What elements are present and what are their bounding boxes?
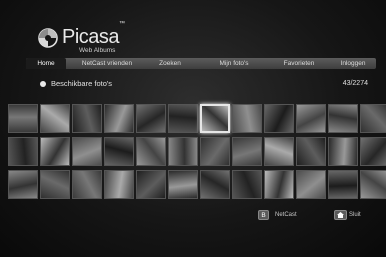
photo-thumbnail[interactable] [136,170,166,199]
tab-netcast-vrienden[interactable]: NetCast vrienden [72,58,142,69]
photo-thumbnail[interactable] [328,137,358,166]
photo-thumbnail[interactable] [296,170,326,199]
exit-label[interactable]: Sluit [349,210,361,220]
photo-thumbnail[interactable] [232,104,262,133]
photo-thumbnail[interactable] [168,137,198,166]
photo-thumbnail[interactable] [8,104,38,133]
photo-thumbnail[interactable] [264,137,294,166]
photo-thumbnail[interactable] [40,170,70,199]
photo-thumbnail[interactable] [104,104,134,133]
photo-thumbnail[interactable] [168,104,198,133]
photo-thumbnail[interactable] [328,104,358,133]
logo-subtitle: Web Albums [79,47,116,54]
photo-thumbnail[interactable] [168,170,198,199]
photo-thumbnail[interactable] [328,170,358,199]
footer-bar: B NetCast Sluit [0,204,386,234]
section-header: Beschikbare foto's 43/2274 [26,77,376,91]
photo-thumbnail[interactable] [200,137,230,166]
tv-screen: Picasa™ Web Albums Home NetCast vrienden… [0,0,386,257]
photo-thumbnail[interactable] [72,170,102,199]
photo-thumbnail[interactable] [104,170,134,199]
photo-thumbnail[interactable] [360,170,386,199]
netcast-key-badge[interactable]: B [258,210,269,220]
photo-thumbnail[interactable] [296,104,326,133]
photo-thumbnail[interactable] [232,170,262,199]
tab-mijn-fotos[interactable]: Mijn foto's [202,58,266,69]
photo-thumbnail[interactable] [264,104,294,133]
photo-thumbnail[interactable] [232,137,262,166]
photo-thumbnail[interactable] [360,104,386,133]
tab-inloggen[interactable]: Inloggen [330,58,376,69]
photo-thumbnail[interactable] [104,137,134,166]
section-title: Beschikbare foto's [51,79,113,88]
photo-thumbnail[interactable] [8,137,38,166]
photo-thumbnail[interactable] [200,104,230,133]
picasa-logo-icon [38,28,58,48]
photo-thumbnail[interactable] [296,137,326,166]
nav-bar: Home NetCast vrienden Zoeken Mijn foto's… [26,58,376,69]
photo-thumbnail[interactable] [200,170,230,199]
photo-thumbnail[interactable] [40,137,70,166]
photo-grid [0,104,386,204]
logo-wordmark: Picasa™ [62,21,125,48]
home-icon[interactable] [334,210,347,220]
photo-thumbnail[interactable] [40,104,70,133]
tab-zoeken[interactable]: Zoeken [148,58,192,69]
photo-thumbnail[interactable] [136,104,166,133]
photo-thumbnail[interactable] [72,137,102,166]
netcast-label[interactable]: NetCast [275,210,297,220]
picasa-logo: Picasa™ Web Albums [38,21,138,56]
photo-count: 43/2274 [342,80,368,87]
photo-thumbnail[interactable] [264,170,294,199]
photo-thumbnail[interactable] [72,104,102,133]
photo-thumbnail[interactable] [136,137,166,166]
tab-home[interactable]: Home [26,58,66,69]
photo-thumbnail[interactable] [360,137,386,166]
bullet-icon [40,81,46,87]
tab-favorieten[interactable]: Favorieten [272,58,326,69]
photo-thumbnail[interactable] [8,170,38,199]
